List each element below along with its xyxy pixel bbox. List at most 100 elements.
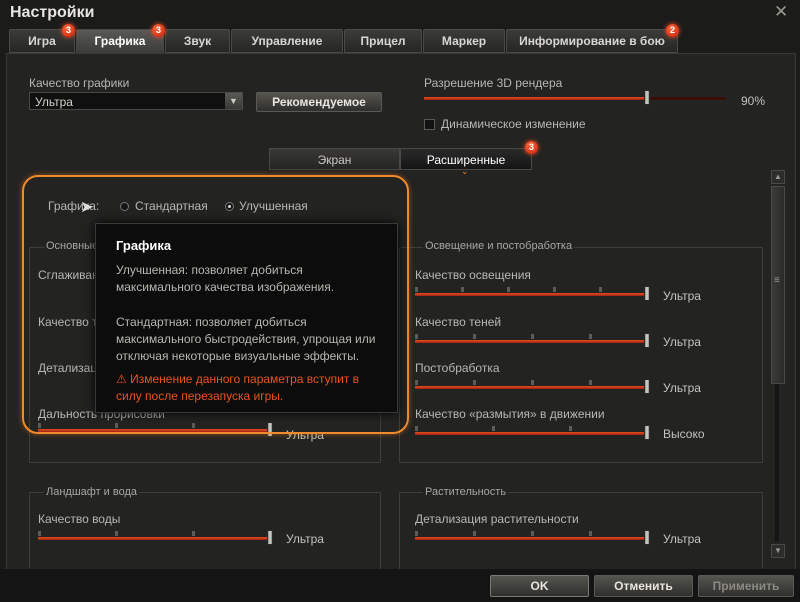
cancel-button[interactable]: Отменить	[594, 575, 693, 597]
tab-label: Управление	[251, 34, 323, 48]
vertical-scrollbar[interactable]: ▲ ≡ ▼	[771, 170, 785, 558]
postprocessing-slider[interactable]	[415, 379, 650, 394]
dynamic-change-label: Динамическое изменение	[441, 117, 586, 131]
slider-tick	[492, 426, 495, 431]
tab-marker[interactable]: Маркер	[423, 29, 505, 53]
slider-thumb[interactable]	[644, 333, 650, 348]
slider-thumb[interactable]	[644, 90, 650, 105]
quality-value: Ультра	[35, 95, 73, 109]
slider-tick	[531, 531, 534, 536]
tab-controls[interactable]: Управление	[231, 29, 343, 53]
slider-tick	[115, 531, 118, 536]
tab-graphics[interactable]: Графика	[76, 29, 164, 54]
setting-label: Качество теней	[415, 315, 502, 329]
setting-label: Детализация растительности	[415, 512, 579, 526]
tab-label: Звук	[183, 34, 212, 48]
slider-tick	[461, 287, 464, 292]
lighting-quality-slider[interactable]	[415, 286, 650, 301]
slider-tick	[473, 380, 476, 385]
dynamic-change-checkbox[interactable]	[424, 119, 435, 130]
slider-fill	[424, 97, 648, 100]
apply-button[interactable]: Применить	[698, 575, 794, 597]
slider-tick	[415, 426, 418, 431]
slider-tick	[553, 287, 556, 292]
shadow-quality-slider[interactable]	[415, 333, 650, 348]
slider-tick	[599, 287, 602, 292]
setting-label: Качество освещения	[415, 268, 531, 282]
slider-tick	[589, 334, 592, 339]
slider-thumb[interactable]	[644, 286, 650, 301]
tab-sight[interactable]: Прицел	[344, 29, 422, 53]
notification-badge: 2	[666, 24, 679, 37]
warning-icon: ⚠	[116, 372, 127, 386]
slider-tick	[415, 531, 418, 536]
render-resolution-slider[interactable]	[424, 90, 726, 105]
chevron-down-icon: ▼	[225, 93, 242, 109]
slider-tick	[38, 531, 41, 536]
tooltip-text-enhanced: Улучшенная: позволяет добиться максималь…	[116, 263, 335, 294]
close-icon[interactable]: ✕	[774, 2, 788, 22]
slider-thumb[interactable]	[644, 530, 650, 545]
chevron-down-icon: ⌄	[461, 166, 469, 176]
slider-tick	[473, 334, 476, 339]
grip-icon: ≡	[774, 275, 780, 286]
graphics-tooltip: Графика Улучшенная: позволяет добиться м…	[95, 223, 398, 413]
slider-fill	[415, 432, 649, 435]
slider-fill	[415, 386, 649, 389]
setting-value: Ультра	[663, 289, 701, 303]
subtab-label: Расширенные	[426, 153, 506, 167]
slider-tick	[473, 531, 476, 536]
tab-sound[interactable]: Звук	[165, 29, 230, 53]
slider-tick	[192, 531, 195, 536]
tab-label: Прицел	[360, 34, 406, 48]
notification-badge: 3	[62, 24, 75, 37]
slider-fill	[415, 340, 649, 343]
tab-battle-info[interactable]: Информирование в бою	[506, 29, 678, 53]
group-vegetation-title: Растительность	[423, 486, 509, 498]
setting-value: Высоко	[663, 427, 705, 441]
tab-label: Информирование в бою	[519, 34, 665, 48]
group-landscape-title: Ландшафт и вода	[44, 486, 140, 498]
group-landscape	[29, 492, 381, 572]
slider-fill	[415, 537, 649, 540]
tooltip-text-standard: Стандартная: позволяет добиться максимал…	[116, 315, 376, 363]
slider-thumb[interactable]	[644, 425, 650, 440]
group-vegetation	[399, 492, 763, 572]
slider-tick	[415, 380, 418, 385]
tab-label: Игра	[28, 34, 56, 48]
scroll-down-icon[interactable]: ▼	[771, 544, 785, 558]
motion-blur-slider[interactable]	[415, 425, 650, 440]
slider-fill	[38, 537, 272, 540]
tab-label: Графика	[94, 34, 146, 48]
slider-tick	[569, 426, 572, 431]
scroll-thumb[interactable]: ≡	[771, 186, 785, 384]
recommended-button[interactable]: Рекомендуемое	[256, 92, 382, 112]
slider-tick	[415, 334, 418, 339]
setting-value: Ультра	[663, 335, 701, 349]
notification-badge: 3	[525, 141, 538, 154]
setting-value: Ультра	[286, 532, 324, 546]
render-resolution-value: 90%	[741, 94, 766, 108]
setting-value: Ультра	[663, 532, 701, 546]
slider-tick	[531, 380, 534, 385]
tab-label: Маркер	[441, 34, 487, 48]
vegetation-detail-slider[interactable]	[415, 530, 650, 545]
slider-tick	[589, 531, 592, 536]
quality-dropdown[interactable]: Ультра ▼	[29, 92, 243, 110]
setting-label: Качество воды	[38, 512, 121, 526]
setting-label: Качество «размытия» в движении	[415, 407, 605, 421]
scroll-up-icon[interactable]: ▲	[771, 170, 785, 184]
subtab-screen[interactable]: Экран	[269, 148, 400, 170]
slider-thumb[interactable]	[644, 379, 650, 394]
water-quality-slider[interactable]	[38, 530, 273, 545]
tooltip-title: Графика	[116, 238, 172, 253]
ok-button[interactable]: OK	[490, 575, 589, 597]
quality-label: Качество графики	[29, 76, 130, 90]
group-lighting-title: Освещение и постобработка	[423, 240, 575, 252]
slider-thumb[interactable]	[267, 530, 273, 545]
slider-tick	[589, 380, 592, 385]
setting-value: Ультра	[663, 381, 701, 395]
tooltip-warning: ⚠ Изменение данного параметра вступит в …	[116, 371, 386, 405]
main-tabs: Игра Графика Звук Управление Прицел Марк…	[6, 24, 796, 54]
subtab-label: Экран	[317, 153, 352, 167]
